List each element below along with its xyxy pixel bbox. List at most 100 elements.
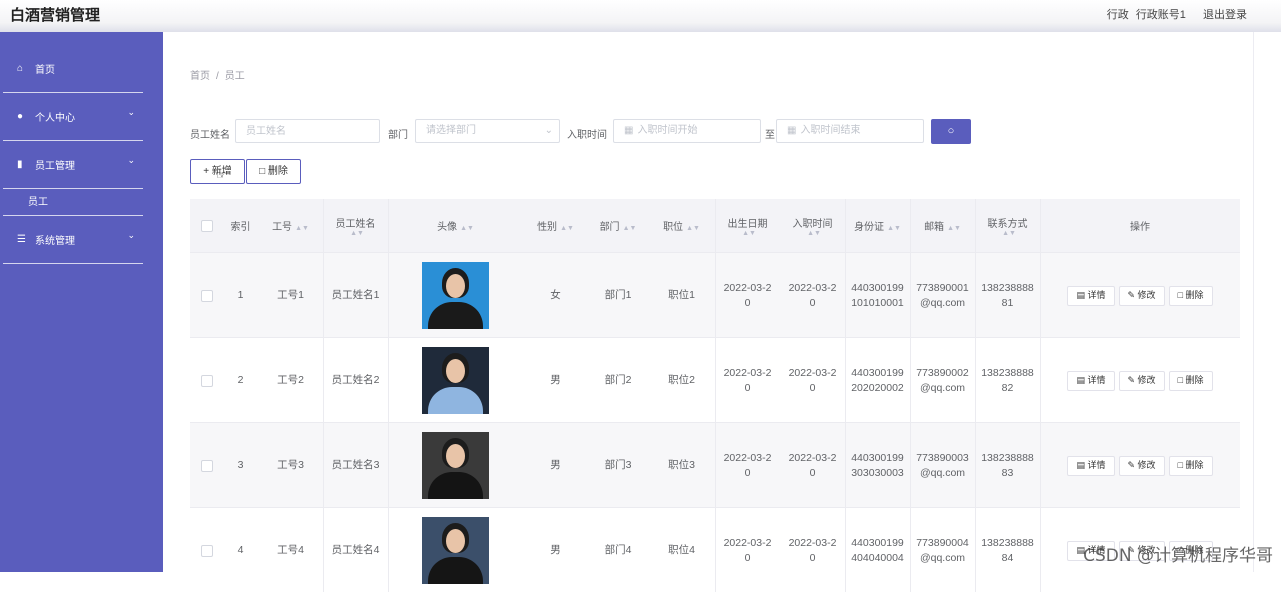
join-date-start-picker[interactable]: ▦ 入职时间开始 xyxy=(613,119,761,143)
index-cell: 2 xyxy=(223,338,258,423)
email-line2: @qq.com xyxy=(919,551,966,564)
sidebar-item-employee-management[interactable]: ▮ 员工管理 ⌄ xyxy=(3,141,143,189)
sidebar-subitem-employee[interactable]: 员工 xyxy=(3,185,143,216)
dept-value: 部门3 xyxy=(604,459,632,471)
logout-link[interactable]: 退出登录 xyxy=(1203,9,1247,21)
edit-button[interactable]: ✎ 修改 xyxy=(1118,285,1165,306)
column-header-label: 部门 xyxy=(599,222,620,233)
dept-cell: 部门2 xyxy=(588,338,648,423)
header-user-info: 行政 行政账号1 退出登录 xyxy=(1103,6,1247,22)
name-cell: 员工姓名3 xyxy=(323,423,388,508)
column-header-label: 入职时间 xyxy=(792,218,833,230)
position-cell: 职位3 xyxy=(648,423,715,508)
column-header-id-card[interactable]: 身份证 ▲▼ xyxy=(845,199,910,252)
column-header-position[interactable]: 职位 ▲▼ xyxy=(648,199,715,252)
id-cell: 440300199 202020002 xyxy=(845,338,910,423)
detail-button[interactable]: ▤ 详情 xyxy=(1067,455,1115,476)
join-date-end-picker[interactable]: ▦ 入职时间结束 xyxy=(776,119,924,143)
row-checkbox[interactable] xyxy=(200,374,213,387)
chevron-down-icon: ⌄ xyxy=(127,230,135,240)
employee-avatar[interactable] xyxy=(422,347,489,414)
phone-line2: 82 xyxy=(1001,381,1014,394)
phone-line1: 138238888 xyxy=(981,536,1034,549)
search-icon: ○ xyxy=(947,125,955,137)
column-divider xyxy=(323,199,324,592)
edit-button[interactable]: ✎ 修改 xyxy=(1118,455,1165,476)
detail-button[interactable]: ▤ 详情 xyxy=(1067,285,1115,306)
row-checkbox[interactable] xyxy=(200,459,213,472)
birth-line2: 0 xyxy=(744,551,751,564)
department-select[interactable]: 请选择部门 ⌄ xyxy=(415,119,560,143)
name-value: 员工姓名1 xyxy=(331,289,380,301)
birth-line1: 2022-03-2 xyxy=(723,536,772,549)
top-header: 白酒营销管理 行政 行政账号1 退出登录 xyxy=(0,0,1281,33)
avatar-body xyxy=(428,302,483,329)
id-cell: 440300199 101010001 xyxy=(845,253,910,338)
index-value: 3 xyxy=(237,459,244,471)
employee-avatar[interactable] xyxy=(422,517,489,584)
column-header-dept[interactable]: 部门 ▲▼ xyxy=(588,199,648,252)
name-value: 员工姓名3 xyxy=(331,459,380,471)
employee-name-input[interactable] xyxy=(235,119,380,143)
avatar-face xyxy=(446,529,465,553)
row-checkbox[interactable] xyxy=(200,544,213,557)
trash-icon: □ xyxy=(1177,289,1186,300)
column-header-phone[interactable]: 联系方式 ▲▼ xyxy=(975,199,1040,252)
phone-cell: 138238888 84 xyxy=(975,508,1040,593)
detail-button[interactable]: ▤ 详情 xyxy=(1067,370,1115,391)
column-header-label: 工号 xyxy=(272,222,293,233)
row-select-cell xyxy=(190,423,223,508)
search-button[interactable]: ○ xyxy=(931,119,971,144)
sort-icon: ▲▼ xyxy=(460,225,474,232)
birth-line2: 0 xyxy=(744,466,751,479)
index-cell: 4 xyxy=(223,508,258,593)
sidebar-item-system-management[interactable]: ☰ 系统管理 ⌄ xyxy=(3,216,143,264)
sort-icon: ▲▼ xyxy=(622,225,637,232)
avatar-face xyxy=(446,359,465,383)
phone-cell: 138238888 82 xyxy=(975,338,1040,423)
detail-icon: ▤ xyxy=(1076,289,1088,300)
emp_no-cell: 工号2 xyxy=(258,338,323,423)
employee-avatar[interactable] xyxy=(422,262,489,329)
column-header-label: 索引 xyxy=(230,222,251,233)
avatar-cell xyxy=(388,508,523,593)
edit-label: 修改 xyxy=(1137,289,1156,300)
delete-button[interactable]: □ 删除 xyxy=(1168,285,1213,306)
batch-delete-button[interactable]: □ 删除 xyxy=(246,159,301,184)
delete-label: 删除 xyxy=(1185,289,1204,300)
column-header-join[interactable]: 入职时间 ▲▼ xyxy=(780,199,845,252)
emp_no-value: 工号1 xyxy=(277,289,304,301)
phone-line1: 138238888 xyxy=(981,281,1034,294)
select-all-checkbox[interactable] xyxy=(200,219,213,232)
avatar-face xyxy=(446,444,465,468)
index-cell: 1 xyxy=(223,253,258,338)
edit-button[interactable]: ✎ 修改 xyxy=(1118,370,1165,391)
avatar-cell xyxy=(388,338,523,423)
user-account: 行政账号1 xyxy=(1135,9,1186,21)
mouse-cursor-icon: ☞ xyxy=(216,168,227,182)
join-date-start-placeholder: 入职时间开始 xyxy=(637,125,698,136)
sidebar-item-home[interactable]: ⌂ 首页 xyxy=(3,45,143,93)
column-header-name[interactable]: 员工姓名 ▲▼ xyxy=(323,199,388,252)
birth-line1: 2022-03-2 xyxy=(723,366,772,379)
breadcrumb-home[interactable]: 首页 xyxy=(190,71,210,82)
gender-cell: 女 xyxy=(523,253,588,338)
join-line1: 2022-03-2 xyxy=(788,451,837,464)
dept-cell: 部门1 xyxy=(588,253,648,338)
delete-button[interactable]: □ 删除 xyxy=(1168,455,1213,476)
column-header-emp-no[interactable]: 工号 ▲▼ xyxy=(258,199,323,252)
chevron-down-icon: ⌄ xyxy=(127,107,135,117)
delete-button[interactable]: □ 删除 xyxy=(1168,370,1213,391)
user-role: 行政 xyxy=(1106,9,1129,21)
email-line2: @qq.com xyxy=(919,381,966,394)
column-header-email[interactable]: 邮箱 ▲▼ xyxy=(910,199,975,252)
employee-avatar[interactable] xyxy=(422,432,489,499)
batch-delete-label: 删除 xyxy=(267,166,288,177)
gender-value: 男 xyxy=(550,374,561,386)
join-cell: 2022-03-2 0 xyxy=(780,338,845,423)
row-checkbox[interactable] xyxy=(200,289,213,302)
sidebar-item-personal-center[interactable]: ● 个人中心 ⌄ xyxy=(3,93,143,141)
column-header-birth[interactable]: 出生日期 ▲▼ xyxy=(715,199,780,252)
column-header-avatar[interactable]: 头像 ▲▼ xyxy=(388,199,523,252)
column-header-gender[interactable]: 性别 ▲▼ xyxy=(523,199,588,252)
